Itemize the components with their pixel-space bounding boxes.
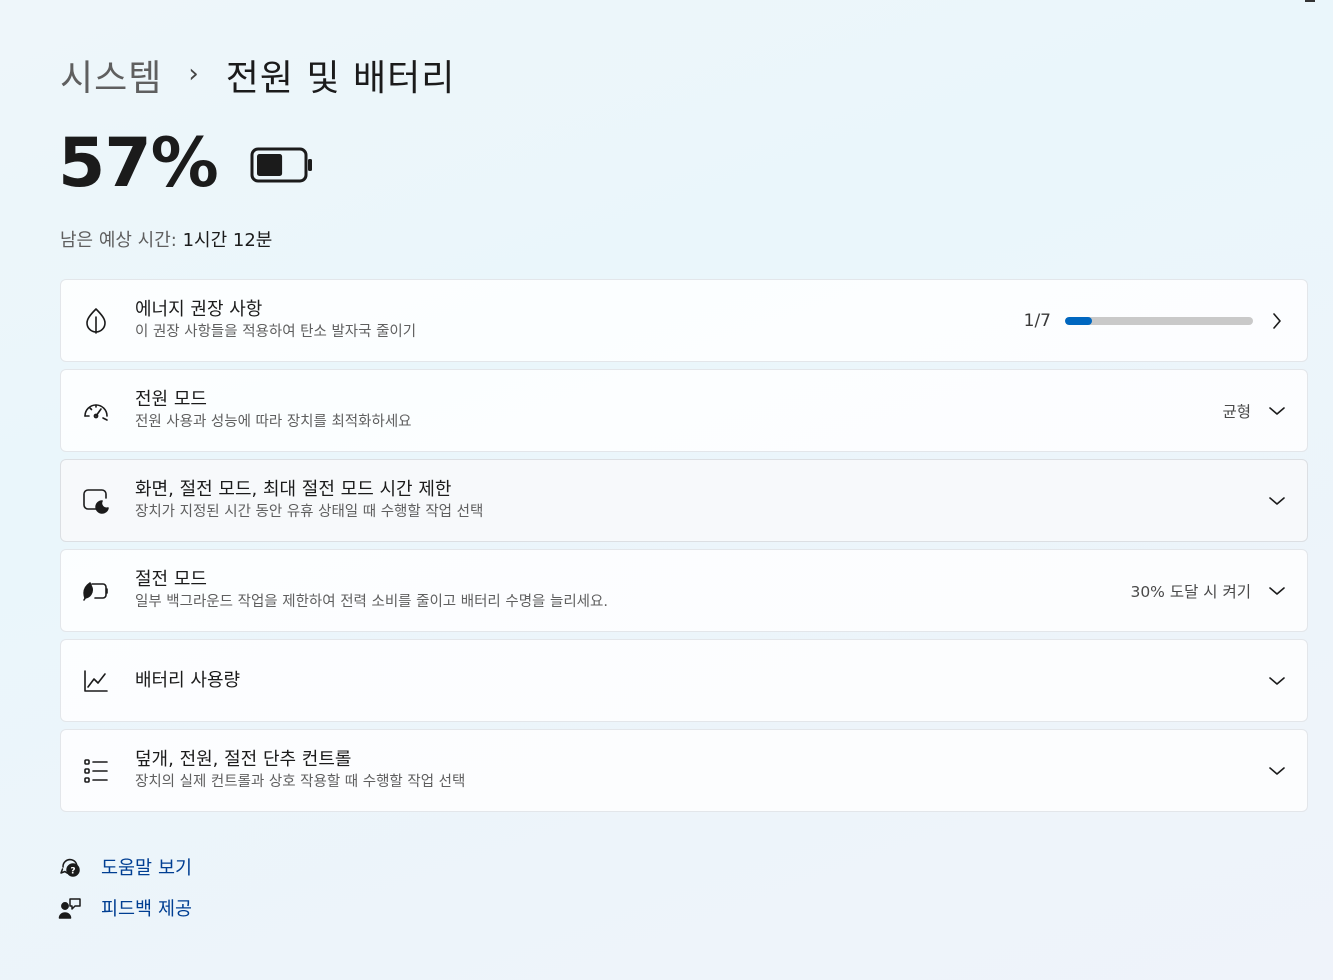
remaining-time: 남은 예상 시간: 1시간 12분	[60, 226, 272, 252]
remaining-time-value: 1시간 12분	[182, 230, 273, 251]
chevron-down-icon[interactable]	[1269, 583, 1285, 599]
battery-level-fill	[256, 154, 282, 176]
screen-sleep-icon	[81, 486, 111, 516]
help-links: ? 도움말 보기 피드백 제공	[58, 852, 192, 934]
chevron-down-icon[interactable]	[1269, 493, 1285, 509]
energy-recommendations-title: 에너지 권장 사항	[135, 299, 263, 320]
feedback-icon	[58, 896, 82, 920]
battery-icon	[250, 147, 314, 187]
screen-sleep-card[interactable]: 화면, 절전 모드, 최대 절전 모드 시간 제한 장치가 지정된 시간 동안 …	[60, 459, 1308, 542]
energy-recommendations-card[interactable]: 에너지 권장 사항 이 권장 사항들을 적용하여 탄소 발자국 줄이기 1/7	[60, 279, 1308, 362]
battery-saver-title: 절전 모드	[135, 569, 207, 590]
chevron-down-icon[interactable]	[1269, 673, 1285, 689]
chevron-down-icon[interactable]	[1269, 403, 1285, 419]
leaf-icon	[81, 306, 111, 336]
power-mode-card[interactable]: 전원 모드 전원 사용과 성능에 따라 장치를 최적화하세요 균형	[60, 369, 1308, 452]
lid-power-buttons-subtitle: 장치의 실제 컨트롤과 상호 작용할 때 수행할 작업 선택	[135, 774, 466, 790]
settings-cards: 에너지 권장 사항 이 권장 사항들을 적용하여 탄소 발자국 줄이기 1/7	[60, 279, 1308, 819]
battery-percent: 57%	[58, 124, 219, 203]
power-mode-title: 전원 모드	[135, 389, 207, 410]
battery-saver-card[interactable]: 절전 모드 일부 백그라운드 작업을 제한하여 전력 소비를 줄이고 배터리 수…	[60, 549, 1308, 632]
breadcrumb: 시스템 › 전원 및 배터리	[60, 50, 455, 100]
energy-recommendations-subtitle: 이 권장 사항들을 적용하여 탄소 발자국 줄이기	[135, 324, 417, 340]
chevron-right-icon	[1269, 312, 1285, 329]
remaining-time-label: 남은 예상 시간:	[60, 230, 177, 251]
list-icon	[81, 756, 111, 786]
get-help-link[interactable]: 도움말 보기	[101, 854, 192, 880]
power-mode-value[interactable]: 균형	[1222, 400, 1251, 422]
battery-saver-subtitle: 일부 백그라운드 작업을 제한하여 전력 소비를 줄이고 배터리 수명을 늘리세…	[135, 594, 608, 610]
window-corner-mark	[1305, 0, 1315, 2]
battery-status: 57%	[58, 130, 314, 198]
screen-sleep-title: 화면, 절전 모드, 최대 절전 모드 시간 제한	[135, 479, 452, 500]
breadcrumb-parent[interactable]: 시스템	[60, 49, 162, 101]
chevron-down-icon[interactable]	[1269, 763, 1285, 779]
energy-progress-fill	[1065, 316, 1092, 325]
energy-progress-track	[1065, 316, 1253, 325]
energy-progress-label: 1/7	[1023, 310, 1051, 331]
screen-sleep-subtitle: 장치가 지정된 시간 동안 유휴 상태일 때 수행할 작업 선택	[135, 504, 484, 520]
line-chart-icon	[81, 666, 111, 696]
lid-power-buttons-card[interactable]: 덮개, 전원, 절전 단추 컨트롤 장치의 실제 컨트롤과 상호 작용할 때 수…	[60, 729, 1308, 812]
help-chat-icon: ?	[58, 855, 82, 879]
give-feedback-link[interactable]: 피드백 제공	[101, 895, 192, 921]
power-mode-subtitle: 전원 사용과 성능에 따라 장치를 최적화하세요	[135, 414, 412, 430]
energy-progress: 1/7	[1024, 311, 1253, 331]
breadcrumb-separator: ›	[188, 59, 200, 89]
lid-power-buttons-title: 덮개, 전원, 절전 단추 컨트롤	[135, 749, 352, 770]
page-title: 전원 및 배터리	[225, 58, 456, 99]
get-help-link-row[interactable]: ? 도움말 보기	[58, 852, 192, 882]
speedometer-icon	[81, 396, 111, 426]
give-feedback-link-row[interactable]: 피드백 제공	[58, 893, 192, 923]
battery-saver-value[interactable]: 30% 도달 시 켜기	[1130, 580, 1251, 602]
battery-saver-icon	[81, 576, 111, 606]
svg-text:?: ?	[70, 867, 75, 877]
battery-usage-title: 배터리 사용량	[135, 669, 241, 691]
battery-usage-card[interactable]: 배터리 사용량	[60, 639, 1308, 722]
